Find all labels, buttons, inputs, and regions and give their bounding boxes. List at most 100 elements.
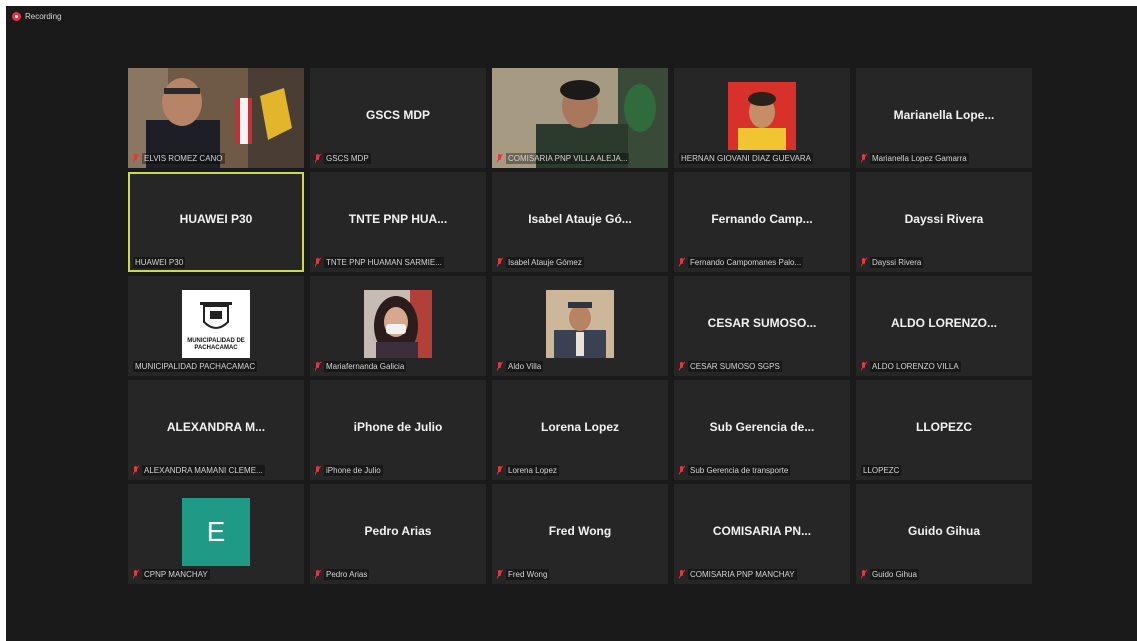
mic-muted-icon	[679, 362, 685, 371]
participant-label: Guido Gihua	[861, 569, 1028, 580]
participant-name: Isabel Atauje Gó...	[528, 212, 632, 226]
participant-label-text: GSCS MDP	[324, 153, 371, 164]
recording-icon	[12, 12, 21, 21]
participant-photo	[728, 82, 796, 150]
participant-tile[interactable]: Pedro Arias Pedro Arias	[310, 484, 486, 584]
participant-label: iPhone de Julio	[315, 465, 482, 476]
participant-label: Pedro Arias	[315, 569, 482, 580]
participant-tile[interactable]: Guido Gihua Guido Gihua	[856, 484, 1032, 584]
participant-label: ALDO LORENZO VILLA	[861, 361, 1028, 372]
mic-muted-icon	[315, 466, 321, 475]
participant-tile[interactable]: TNTE PNP HUA... TNTE PNP HUAMAN SARMIE..…	[310, 172, 486, 272]
participant-tile[interactable]: Isabel Atauje Gó... Isabel Atauje Gómez	[492, 172, 668, 272]
participant-label-text: Aldo Villa	[506, 361, 544, 372]
participant-gallery: ELVIS ROMEZ CANO GSCS MDP GSCS MDP COMIS…	[128, 68, 1034, 588]
crest-icon	[200, 302, 232, 329]
participant-label-text: HERNAN GIOVANI DIAZ GUEVARA	[679, 153, 813, 164]
participant-name: ALDO LORENZO...	[891, 316, 997, 330]
mic-muted-icon	[497, 362, 503, 371]
participant-tile[interactable]: GSCS MDP GSCS MDP	[310, 68, 486, 168]
participant-label: CESAR SUMOSO SGPS	[679, 361, 846, 372]
participant-label: ALEXANDRA MAMANI CLEME...	[133, 465, 300, 476]
mic-muted-icon	[315, 570, 321, 579]
participant-tile[interactable]: ALDO LORENZO... ALDO LORENZO VILLA	[856, 276, 1032, 376]
participant-label-text: Mariafernanda Galicia	[324, 361, 407, 372]
participant-name: Lorena Lopez	[540, 420, 619, 434]
participant-label: Sub Gerencia de transporte	[679, 465, 846, 476]
recording-label: Recording	[25, 12, 62, 21]
participant-label-text: Sub Gerencia de transporte	[688, 465, 791, 476]
participant-name: CESAR SUMOSO...	[707, 316, 817, 330]
participant-label: Dayssi Rivera	[861, 257, 1028, 268]
participant-tile[interactable]: Aldo Villa	[492, 276, 668, 376]
participant-label: TNTE PNP HUAMAN SARMIE...	[315, 257, 482, 268]
mic-muted-icon	[497, 258, 503, 267]
participant-tile[interactable]: COMISARIA PN... COMISARIA PNP MANCHAY	[674, 484, 850, 584]
participant-tile[interactable]: iPhone de Julio iPhone de Julio	[310, 380, 486, 480]
participant-name: Sub Gerencia de...	[709, 420, 815, 434]
participant-name: Pedro Arias	[364, 524, 432, 538]
mic-muted-icon	[133, 466, 139, 475]
mic-muted-icon	[861, 570, 867, 579]
municipality-logo: MUNICIPALIDAD DE PACHACAMAC	[182, 290, 250, 358]
participant-label-text: Fred Wong	[506, 569, 550, 580]
participant-label: ELVIS ROMEZ CANO	[133, 153, 300, 164]
participant-label: Fred Wong	[497, 569, 664, 580]
participant-tile-active-speaker[interactable]: HUAWEI P30 HUAWEI P30	[128, 172, 304, 272]
participant-label: Isabel Atauje Gómez	[497, 257, 664, 268]
participant-label: GSCS MDP	[315, 153, 482, 164]
participant-label-text: COMISARIA PNP MANCHAY	[688, 569, 797, 580]
meeting-window: Recording ELVIS ROMEZ CANO GSCS MDP GSCS…	[6, 6, 1137, 641]
avatar: E	[182, 498, 250, 566]
participant-tile[interactable]: Marianella Lope... Marianella Lopez Gama…	[856, 68, 1032, 168]
participant-name: COMISARIA PN...	[712, 524, 812, 538]
participant-label-text: ALEXANDRA MAMANI CLEME...	[142, 465, 265, 476]
mic-muted-icon	[679, 466, 685, 475]
participant-label-text: Dayssi Rivera	[870, 257, 924, 268]
participant-label-text: Guido Gihua	[870, 569, 919, 580]
participant-tile[interactable]: HERNAN GIOVANI DIAZ GUEVARA	[674, 68, 850, 168]
participant-label-text: Fernando Campomanes Palo...	[688, 257, 804, 268]
participant-tile[interactable]: LLOPEZC LLOPEZC	[856, 380, 1032, 480]
participant-tile[interactable]: Sub Gerencia de... Sub Gerencia de trans…	[674, 380, 850, 480]
participant-tile[interactable]: Lorena Lopez Lorena Lopez	[492, 380, 668, 480]
participant-label: MUNICIPALIDAD PACHACAMAC	[133, 361, 300, 372]
participant-label-text: ALDO LORENZO VILLA	[870, 361, 961, 372]
participant-tile[interactable]: Mariafernanda Galicia	[310, 276, 486, 376]
participant-tile[interactable]: Fred Wong Fred Wong	[492, 484, 668, 584]
participant-tile[interactable]: ALEXANDRA M... ALEXANDRA MAMANI CLEME...	[128, 380, 304, 480]
participant-label: COMISARIA PNP MANCHAY	[679, 569, 846, 580]
participant-tile[interactable]: Dayssi Rivera Dayssi Rivera	[856, 172, 1032, 272]
participant-tile[interactable]: ELVIS ROMEZ CANO	[128, 68, 304, 168]
participant-name: ALEXANDRA M...	[166, 420, 266, 434]
participant-tile[interactable]: COMISARIA PNP VILLA ALEJA...	[492, 68, 668, 168]
participant-label: Fernando Campomanes Palo...	[679, 257, 846, 268]
logo-text: MUNICIPALIDAD DE PACHACAMAC	[187, 338, 245, 351]
participant-tile[interactable]: E CPNP MANCHAY	[128, 484, 304, 584]
mic-muted-icon	[679, 570, 685, 579]
participant-label: COMISARIA PNP VILLA ALEJA...	[497, 153, 664, 164]
mic-muted-icon	[497, 570, 503, 579]
participant-photo	[546, 290, 614, 358]
participant-label-text: CPNP MANCHAY	[142, 569, 210, 580]
participant-photo	[364, 290, 432, 358]
mic-muted-icon	[315, 258, 321, 267]
participant-label: HUAWEI P30	[133, 257, 300, 268]
participant-name: HUAWEI P30	[179, 212, 253, 226]
participant-name: Fernando Camp...	[711, 212, 813, 226]
participant-label: LLOPEZC	[861, 465, 1028, 476]
recording-indicator[interactable]: Recording	[12, 12, 61, 21]
mic-muted-icon	[133, 154, 139, 163]
participant-label: Mariafernanda Galicia	[315, 361, 482, 372]
participant-label: HERNAN GIOVANI DIAZ GUEVARA	[679, 153, 846, 164]
participant-label-text: Isabel Atauje Gómez	[506, 257, 584, 268]
participant-tile[interactable]: MUNICIPALIDAD DE PACHACAMAC MUNICIPALIDA…	[128, 276, 304, 376]
participant-tile[interactable]: CESAR SUMOSO... CESAR SUMOSO SGPS	[674, 276, 850, 376]
participant-tile[interactable]: Fernando Camp... Fernando Campomanes Pal…	[674, 172, 850, 272]
participant-label-text: iPhone de Julio	[324, 465, 383, 476]
participant-label-text: CESAR SUMOSO SGPS	[688, 361, 782, 372]
participant-label-text: Marianella Lopez Gamarra	[870, 153, 969, 164]
participant-label-text: LLOPEZC	[861, 465, 902, 476]
participant-name: Guido Gihua	[908, 524, 980, 538]
mic-muted-icon	[315, 362, 321, 371]
